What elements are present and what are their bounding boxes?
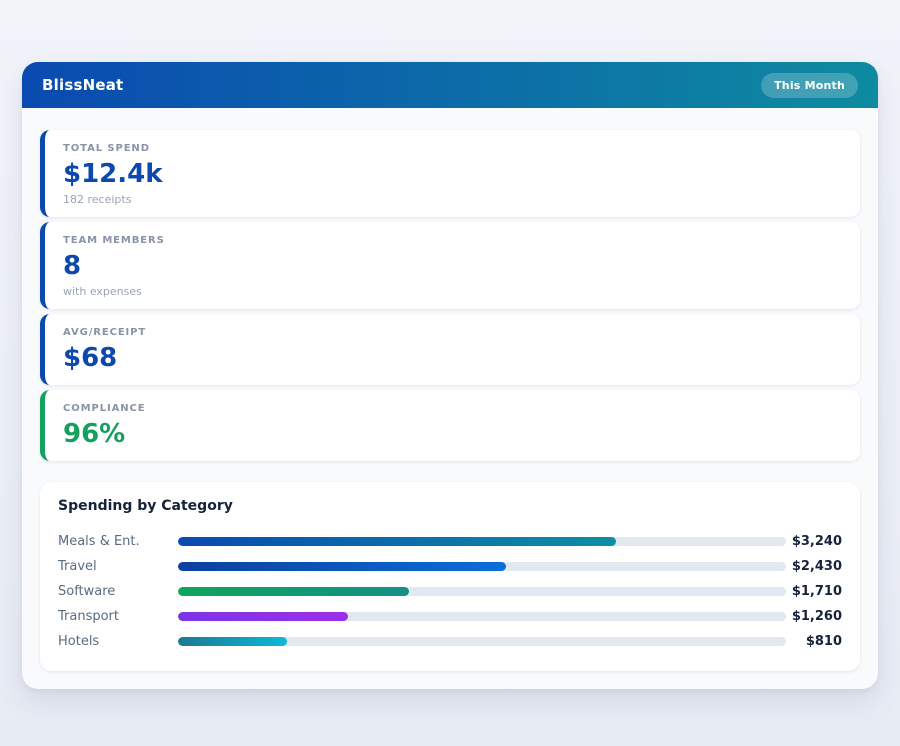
stat-label: COMPLIANCE xyxy=(63,403,842,414)
bar-track xyxy=(178,612,786,621)
app-header: BlissNeat This Month xyxy=(22,62,878,108)
category-row-software: Software $1,710 xyxy=(58,579,842,604)
stat-label: TEAM MEMBERS xyxy=(63,235,842,246)
category-label: Software xyxy=(58,584,178,599)
bar-track xyxy=(178,637,786,646)
stat-card-avg-receipt: AVG/RECEIPT $68 xyxy=(40,314,860,385)
stat-value: 8 xyxy=(63,252,842,282)
period-badge[interactable]: This Month xyxy=(761,73,858,98)
page-background: BlissNeat This Month TOTAL SPEND $12.4k … xyxy=(0,0,900,746)
bar-track xyxy=(178,537,786,546)
stat-value: 96% xyxy=(63,420,842,450)
category-value: $1,710 xyxy=(786,584,842,599)
stat-value: $12.4k xyxy=(63,160,842,190)
spending-by-category-card: Spending by Category Meals & Ent. $3,240… xyxy=(40,482,860,671)
bar-fill xyxy=(178,537,616,546)
category-value: $1,260 xyxy=(786,609,842,624)
stat-card-total-spend: TOTAL SPEND $12.4k 182 receipts xyxy=(40,130,860,217)
app-title: BlissNeat xyxy=(42,76,123,94)
panel-content: TOTAL SPEND $12.4k 182 receipts TEAM MEM… xyxy=(22,108,878,689)
category-label: Travel xyxy=(58,559,178,574)
bar-fill xyxy=(178,612,348,621)
category-row-hotels: Hotels $810 xyxy=(58,629,842,654)
category-row-meals: Meals & Ent. $3,240 xyxy=(58,529,842,554)
stat-card-team-members: TEAM MEMBERS 8 with expenses xyxy=(40,222,860,309)
category-row-travel: Travel $2,430 xyxy=(58,554,842,579)
dashboard-panel: BlissNeat This Month TOTAL SPEND $12.4k … xyxy=(22,62,878,689)
spending-card-title: Spending by Category xyxy=(58,498,842,514)
category-value: $810 xyxy=(786,634,842,649)
bar-track xyxy=(178,562,786,571)
stat-card-compliance: COMPLIANCE 96% xyxy=(40,390,860,461)
bar-track xyxy=(178,587,786,596)
category-label: Transport xyxy=(58,609,178,624)
stat-label: AVG/RECEIPT xyxy=(63,327,842,338)
stats-section: TOTAL SPEND $12.4k 182 receipts TEAM MEM… xyxy=(40,130,860,461)
stat-subtext: 182 receipts xyxy=(63,193,842,206)
stat-value: $68 xyxy=(63,344,842,374)
category-value: $3,240 xyxy=(786,534,842,549)
stat-subtext: with expenses xyxy=(63,285,842,298)
bar-fill xyxy=(178,587,409,596)
stat-label: TOTAL SPEND xyxy=(63,143,842,154)
bar-fill xyxy=(178,637,287,646)
category-row-transport: Transport $1,260 xyxy=(58,604,842,629)
category-label: Meals & Ent. xyxy=(58,534,178,549)
category-value: $2,430 xyxy=(786,559,842,574)
category-label: Hotels xyxy=(58,634,178,649)
bar-fill xyxy=(178,562,506,571)
